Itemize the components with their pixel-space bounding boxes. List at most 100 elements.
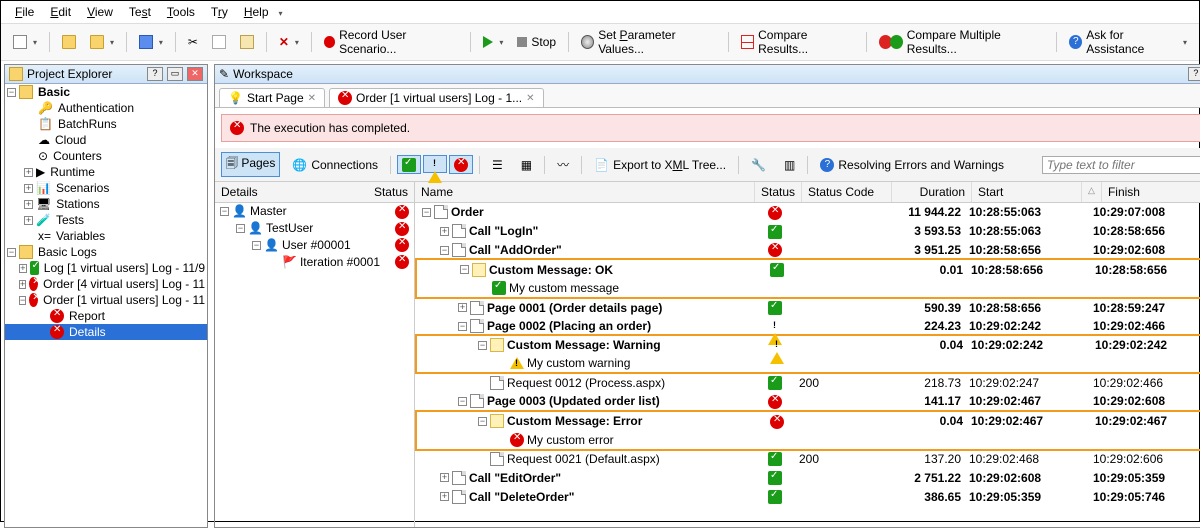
search-input[interactable] — [1047, 158, 1200, 172]
menu-test[interactable]: Test — [121, 3, 159, 21]
expand-icon[interactable]: + — [440, 227, 449, 236]
new-button[interactable]: ▾ — [7, 33, 43, 51]
menu-tools[interactable]: Tools — [159, 3, 203, 21]
log-row[interactable]: +Call "LogIn" 3 593.53 10:28:55:063 10:2… — [415, 222, 1200, 241]
expand-icon[interactable]: − — [252, 241, 261, 250]
tree-node-log[interactable]: +Order [4 virtual users] Log - 11 — [5, 276, 207, 292]
tree-node[interactable]: +🖥Stations — [5, 196, 207, 212]
explorer-help-button[interactable]: ? — [147, 67, 163, 81]
hdr-start[interactable]: Start — [972, 182, 1082, 202]
log-row[interactable]: −Call "AddOrder" 3 951.25 10:28:58:656 1… — [415, 241, 1200, 260]
expand-icon[interactable]: + — [19, 264, 26, 273]
hdr-finish[interactable]: Finish — [1102, 182, 1200, 202]
menu-file[interactable]: File — [7, 3, 42, 21]
explorer-min-button[interactable]: ▭ — [167, 67, 183, 81]
tree-node[interactable]: ⊙Counters — [5, 148, 207, 164]
workspace-help-button[interactable]: ? — [1188, 67, 1200, 81]
log-row[interactable]: −Page 0003 (Updated order list) 141.17 1… — [415, 392, 1200, 411]
hdr-details[interactable]: Details — [215, 182, 368, 202]
tab-close-icon[interactable]: ✕ — [308, 93, 316, 104]
node-basic-logs[interactable]: Basic Logs — [38, 245, 97, 259]
explorer-tree[interactable]: − Basic 🔑Authentication📋BatchRuns☁Cloud⊙C… — [5, 84, 207, 527]
record-button[interactable]: Record User Scenario... — [318, 26, 465, 58]
expand-icon[interactable]: − — [460, 265, 469, 274]
expand-icon[interactable]: − — [19, 296, 26, 305]
expand-icon[interactable]: + — [458, 303, 467, 312]
filter-err-button[interactable] — [449, 155, 473, 174]
run-button[interactable]: ▾ — [477, 34, 509, 50]
stop-button[interactable]: Stop — [511, 33, 562, 51]
expand-icon[interactable]: − — [7, 248, 16, 257]
filter-warn-button[interactable] — [423, 155, 447, 173]
menu-view[interactable]: View — [79, 3, 121, 21]
save-button[interactable]: ▾ — [133, 33, 169, 51]
log-row[interactable]: +Call "DeleteOrder" 386.65 10:29:05:359 … — [415, 487, 1200, 506]
tree-node[interactable]: +📊Scenarios — [5, 180, 207, 196]
paste-button[interactable] — [234, 33, 260, 51]
hdr-name[interactable]: Name — [415, 182, 755, 202]
expand-icon[interactable]: − — [478, 417, 487, 426]
log-row[interactable]: −Custom Message: Error 0.04 10:29:02:467… — [417, 412, 1200, 431]
tab-order-log[interactable]: Order [1 virtual users] Log - 1...✕ — [329, 88, 543, 107]
tree-node[interactable]: 📋BatchRuns — [5, 116, 207, 132]
expand-icon[interactable]: − — [458, 397, 467, 406]
set-params-button[interactable]: Set Parameter Values... — [575, 26, 722, 58]
expand-icon[interactable]: + — [24, 168, 33, 177]
view-raw-button[interactable]: 〰 — [551, 154, 575, 175]
expand-icon[interactable]: + — [24, 216, 33, 225]
filter-ok-button[interactable] — [397, 155, 421, 174]
filter-button[interactable]: 🔧 — [745, 156, 772, 174]
tab-start-page[interactable]: 💡Start Page✕ — [219, 88, 325, 107]
tree-node-log[interactable]: +Log [1 virtual users] Log - 11/9 — [5, 260, 207, 276]
log-row[interactable]: +Page 0001 (Order details page) 590.39 1… — [415, 298, 1200, 317]
expand-icon[interactable]: − — [478, 341, 487, 350]
search-box[interactable]: 🔍 — [1042, 156, 1200, 174]
cut-button[interactable]: ✂ — [182, 33, 204, 51]
ask-assist-button[interactable]: ?Ask for Assistance▾ — [1063, 26, 1193, 58]
log-row[interactable]: My custom message — [417, 279, 1200, 297]
log-row[interactable]: −Custom Message: Warning 0.04 10:29:02:2… — [417, 336, 1200, 354]
columns-button[interactable]: ▥ — [778, 156, 801, 174]
filter-pages-button[interactable]: 🗐 Pages — [221, 152, 280, 177]
log-row[interactable]: −Page 0002 (Placing an order) 224.23 10:… — [415, 317, 1200, 335]
explorer-close-button[interactable]: ✕ — [187, 67, 203, 81]
log-row[interactable]: Request 0021 (Default.aspx) 200 137.20 1… — [415, 450, 1200, 469]
log-row[interactable]: +Call "EditOrder" 2 751.22 10:29:02:608 … — [415, 468, 1200, 487]
log-row[interactable]: My custom error — [417, 431, 1200, 449]
log-row[interactable]: Request 0012 (Process.aspx) 200 218.73 1… — [415, 373, 1200, 392]
expand-icon[interactable]: + — [440, 492, 449, 501]
hdr-duration[interactable]: Duration — [892, 182, 972, 202]
filter-connections-button[interactable]: 🌐 Connections — [286, 156, 384, 174]
resolve-help-button[interactable]: ? Resolving Errors and Warnings — [814, 156, 1010, 174]
log-row[interactable]: My custom warning — [417, 354, 1200, 372]
tab-close-icon[interactable]: ✕ — [526, 93, 534, 104]
tree-node-report[interactable]: Report — [5, 308, 207, 324]
expand-icon[interactable]: + — [440, 473, 449, 482]
menu-edit[interactable]: Edit — [42, 3, 79, 21]
details-row[interactable]: −👤Master — [215, 203, 414, 220]
menu-help[interactable]: Help▾ — [236, 3, 299, 21]
log-row[interactable]: −Order 11 944.22 10:28:55:063 10:29:07:0… — [415, 203, 1200, 222]
compare-multi-button[interactable]: Compare Multiple Results... — [873, 26, 1051, 58]
tree-node[interactable]: +🧪Tests — [5, 212, 207, 228]
menu-try[interactable]: Try — [203, 3, 236, 21]
open-button[interactable] — [56, 33, 82, 51]
details-row[interactable]: −👤TestUser — [215, 220, 414, 237]
details-row[interactable]: −👤User #00001 — [215, 237, 414, 254]
tree-node[interactable]: ☁Cloud — [5, 132, 207, 148]
tree-node[interactable]: +▶Runtime — [5, 164, 207, 180]
tree-node-log[interactable]: −Order [1 virtual users] Log - 11 — [5, 292, 207, 308]
compare-button[interactable]: Compare Results... — [735, 26, 860, 58]
copy-button[interactable] — [206, 33, 232, 51]
expand-icon[interactable]: − — [458, 322, 467, 331]
node-basic[interactable]: Basic — [38, 85, 70, 99]
expand-icon[interactable]: − — [220, 207, 229, 216]
tree-node[interactable]: 🔑Authentication — [5, 100, 207, 116]
hdr-code[interactable]: Status Code — [802, 182, 892, 202]
view-grid-button[interactable]: ▦ — [515, 156, 538, 174]
expand-icon[interactable]: − — [422, 208, 431, 217]
export-xml-button[interactable]: 📄 Export to XML Tree... — [588, 156, 732, 174]
view-list-button[interactable]: ☰ — [486, 156, 509, 174]
expand-icon[interactable]: + — [24, 184, 33, 193]
expand-icon[interactable]: − — [7, 88, 16, 97]
